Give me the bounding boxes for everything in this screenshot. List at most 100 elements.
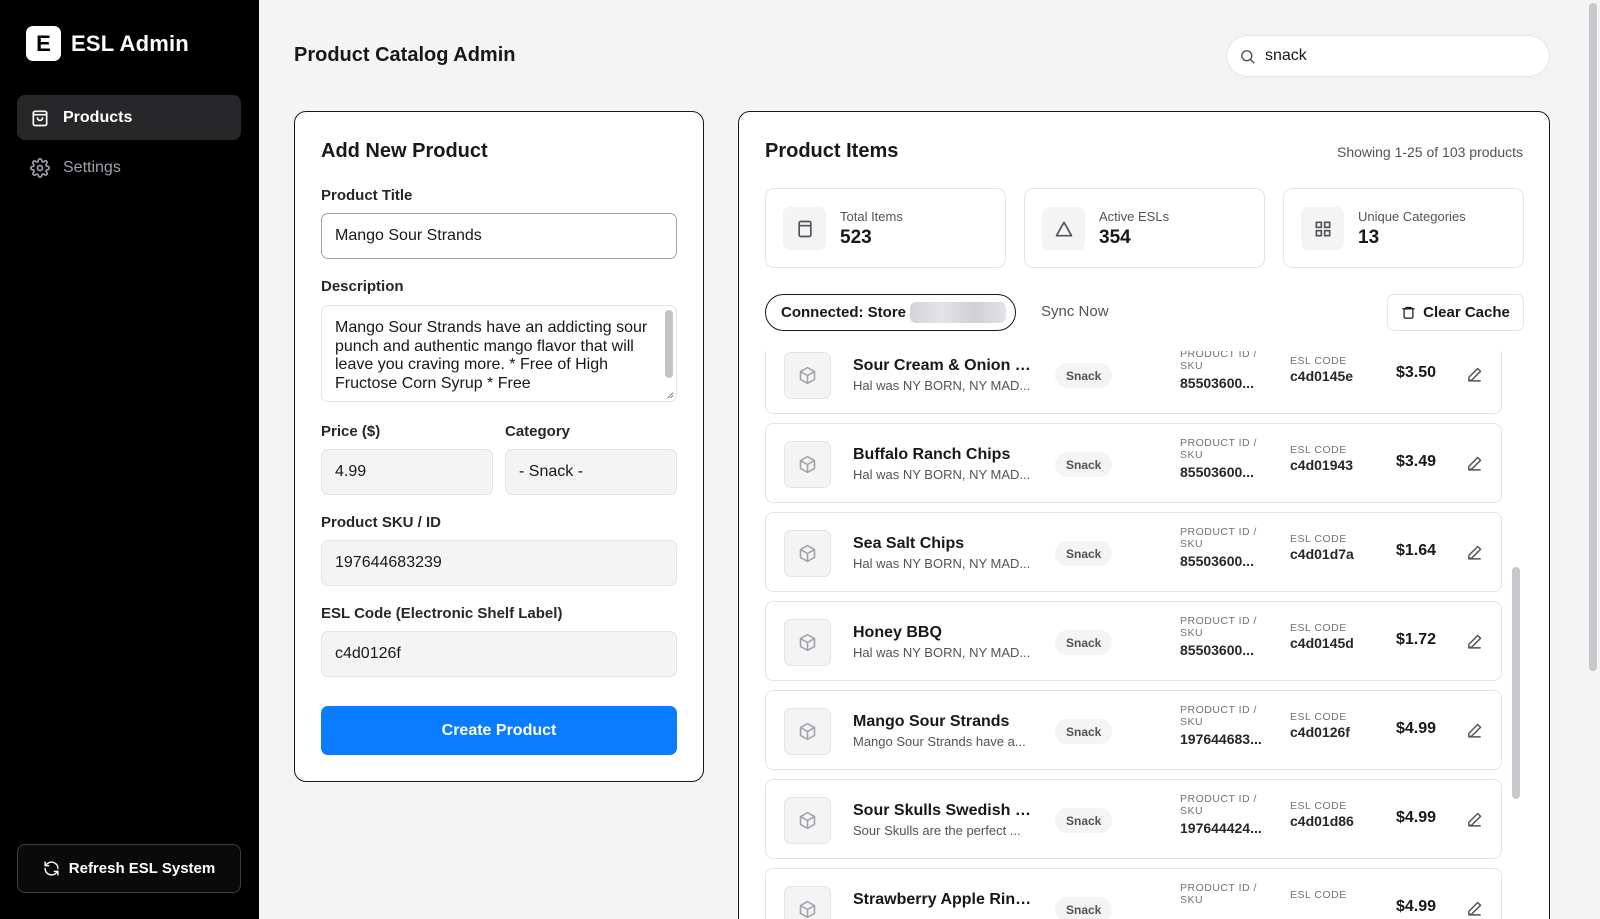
product-id-value: 85503600... [1180, 553, 1254, 569]
price-label: Price ($) [321, 423, 381, 440]
refresh-icon [44, 861, 59, 876]
page-scrollbar-thumb[interactable] [1589, 3, 1597, 671]
sync-now-button[interactable]: Sync Now [1041, 303, 1109, 320]
sidebar-item-products[interactable]: Products [17, 95, 241, 140]
product-id-value: 197644424... [1180, 820, 1262, 836]
product-description: Hal was NY BORN, NY MAD... [853, 645, 1031, 660]
product-row[interactable]: Sea Salt Chips Hal was NY BORN, NY MAD..… [765, 512, 1502, 592]
trash-icon [1402, 306, 1415, 319]
edit-pencil-icon[interactable] [1466, 633, 1483, 650]
edit-pencil-icon[interactable] [1466, 722, 1483, 739]
product-description: Hal was NY BORN, NY MAD... [853, 378, 1031, 393]
category-badge: Snack [1055, 719, 1113, 744]
edit-pencil-icon[interactable] [1466, 366, 1483, 383]
category-label: Category [505, 423, 571, 440]
description-textarea[interactable]: Mango Sour Strands have an addicting sou… [321, 305, 677, 402]
product-name: Mango Sour Strands [853, 713, 1010, 730]
product-list[interactable]: Sour Cream & Onion C... Hal was NY BORN,… [739, 351, 1549, 919]
sidebar-item-label: Products [63, 108, 133, 126]
esl-code-value: c4d0145d [1290, 635, 1354, 651]
package-icon [799, 811, 816, 830]
stat-icon-wrap [1042, 207, 1085, 250]
product-price: $1.72 [1396, 631, 1437, 648]
product-id-label: PRODUCT ID / SKU [1180, 615, 1257, 639]
esl-code-value: c4d01d86 [1290, 813, 1354, 829]
stat-unique-categories: Unique Categories 13 [1283, 188, 1524, 268]
product-id-label: PRODUCT ID / SKU [1180, 351, 1257, 372]
product-id-label: PRODUCT ID / SKU [1180, 793, 1257, 817]
list-scrollbar[interactable] [1512, 567, 1520, 799]
sidebar-nav: Products Settings [17, 95, 241, 195]
product-name: Sea Salt Chips [853, 535, 965, 552]
category-badge: Snack [1055, 363, 1113, 388]
stat-value: 354 [1099, 227, 1131, 248]
stat-value: 523 [840, 227, 872, 248]
package-icon [799, 455, 816, 474]
product-name: Strawberry Apple Rings [853, 891, 1033, 908]
stat-icon-wrap [783, 207, 826, 250]
stat-label: Active ESLs [1099, 209, 1170, 224]
price-input[interactable] [321, 449, 493, 495]
stat-active-esls: Active ESLs 354 [1024, 188, 1265, 268]
category-badge: Snack [1055, 630, 1113, 655]
product-thumbnail [784, 797, 831, 844]
search-bar[interactable] [1226, 35, 1550, 77]
store-name-redacted [910, 302, 1007, 323]
product-id-label: PRODUCT ID / SKU [1180, 704, 1257, 728]
product-thumbnail [784, 530, 831, 577]
search-input[interactable] [1265, 47, 1535, 65]
grid-icon [1315, 221, 1330, 236]
clear-cache-button[interactable]: Clear Cache [1387, 294, 1524, 331]
description-scrollbar[interactable] [665, 310, 673, 378]
product-name: Sour Skulls Swedish C... [853, 802, 1033, 819]
sku-input[interactable] [321, 540, 677, 586]
product-id-value: 85503600... [1180, 375, 1254, 391]
esl-code-value: c4d01d7a [1290, 546, 1354, 562]
page-scrollbar[interactable] [1586, 0, 1600, 919]
brand[interactable]: E ESL Admin [26, 26, 189, 61]
edit-pencil-icon[interactable] [1466, 544, 1483, 561]
product-row[interactable]: Buffalo Ranch Chips Hal was NY BORN, NY … [765, 423, 1502, 503]
edit-pencil-icon[interactable] [1466, 900, 1483, 917]
product-thumbnail [784, 619, 831, 666]
resize-grip-icon[interactable] [665, 390, 674, 399]
sidebar-item-settings[interactable]: Settings [17, 145, 241, 190]
category-select[interactable]: - Snack - [505, 449, 677, 495]
product-row[interactable]: Honey BBQ Hal was NY BORN, NY MAD... Sna… [765, 601, 1502, 681]
product-row[interactable]: Mango Sour Strands Mango Sour Strands ha… [765, 690, 1502, 770]
triangle-icon [1055, 221, 1072, 236]
esl-code-label: ESL CODE [1290, 444, 1347, 456]
product-title-label: Product Title [321, 187, 413, 204]
create-product-button[interactable]: Create Product [321, 706, 677, 755]
product-thumbnail [784, 708, 831, 755]
edit-pencil-icon[interactable] [1466, 455, 1483, 472]
esl-code-input[interactable] [321, 631, 677, 677]
product-row[interactable]: Sour Cream & Onion C... Hal was NY BORN,… [765, 351, 1502, 414]
product-price: $1.64 [1396, 542, 1437, 559]
category-badge: Snack [1055, 541, 1113, 566]
stat-total-items: Total Items 523 [765, 188, 1006, 268]
package-icon [799, 633, 816, 652]
product-id-label: PRODUCT ID / SKU [1180, 526, 1257, 550]
product-description: Mango Sour Strands have a... [853, 734, 1026, 749]
description-text: Mango Sour Strands have an addicting sou… [335, 319, 648, 392]
refresh-esl-label: Refresh ESL System [68, 860, 216, 877]
connection-status[interactable]: Connected: Store [765, 294, 1016, 331]
connection-label: Connected: Store [781, 304, 907, 321]
esl-code-value: c4d0126f [1290, 724, 1350, 740]
product-title-input[interactable] [321, 213, 677, 259]
product-price: $4.99 [1396, 720, 1437, 737]
product-id-label: PRODUCT ID / SKU [1180, 882, 1257, 906]
product-id-value: 85503600... [1180, 464, 1254, 480]
refresh-esl-button[interactable]: Refresh ESL System [17, 844, 241, 893]
product-price: $4.99 [1396, 898, 1437, 915]
package-icon [799, 366, 816, 385]
brand-name: ESL Admin [71, 30, 189, 56]
esl-code-label: ESL CODE [1290, 800, 1347, 812]
pagination-summary: Showing 1-25 of 103 products [1336, 144, 1523, 160]
product-row[interactable]: Strawberry Apple Rings Snack PRODUCT ID … [765, 868, 1502, 919]
edit-pencil-icon[interactable] [1466, 811, 1483, 828]
sidebar-item-label: Settings [63, 158, 121, 176]
product-row[interactable]: Sour Skulls Swedish C... Sour Skulls are… [765, 779, 1502, 859]
package-icon [799, 544, 816, 563]
